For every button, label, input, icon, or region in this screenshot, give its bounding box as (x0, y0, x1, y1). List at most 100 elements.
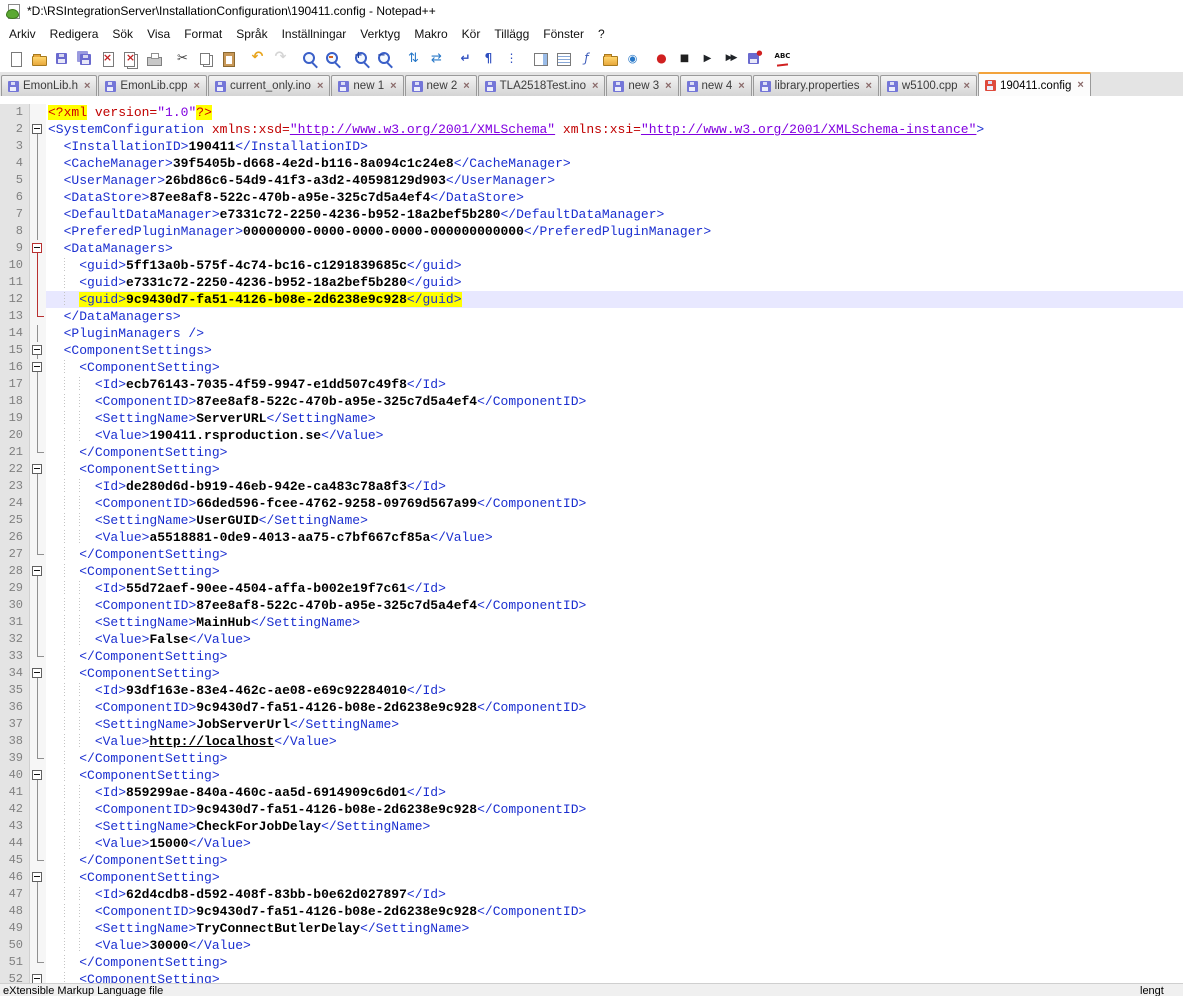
code-text[interactable]: <ComponentID>9c9430d7-fa51-4126-b08e-2d6… (46, 903, 1183, 920)
code-text[interactable]: <SettingName>UserGUID</SettingName> (46, 512, 1183, 529)
sync-horizontal-scrolling-button[interactable]: ⇄ (425, 47, 448, 70)
code-text[interactable]: <ComponentSetting> (46, 869, 1183, 886)
zoom-in-button[interactable]: + (350, 47, 373, 70)
tab-close-icon[interactable]: × (592, 81, 598, 92)
code-text[interactable]: <Value>http://localhost</Value> (46, 733, 1183, 750)
tab-current-only-ino[interactable]: current_only.ino× (208, 75, 330, 96)
code-text[interactable]: <ComponentID>9c9430d7-fa51-4126-b08e-2d6… (46, 801, 1183, 818)
code-text[interactable]: </ComponentSetting> (46, 546, 1183, 563)
function-list-button[interactable]: ƒ (575, 47, 598, 70)
paste-button[interactable] (217, 47, 240, 70)
monitoring-button[interactable]: ◉ (621, 47, 644, 70)
zoom-out-button[interactable]: − (373, 47, 396, 70)
menu-item-redigera[interactable]: Redigera (43, 24, 106, 44)
save-recorded-macro-button[interactable]: ● (742, 47, 765, 70)
code-text[interactable]: <ComponentSetting> (46, 359, 1183, 376)
menu-item-help[interactable]: ? (591, 24, 612, 44)
code-text[interactable]: <SettingName>JobServerUrl</SettingName> (46, 716, 1183, 733)
close-all-button[interactable]: × (119, 47, 142, 70)
code-text[interactable]: <Id>de280d6d-b919-46eb-942e-ca483c78a8f3… (46, 478, 1183, 495)
close-file-button[interactable]: × (96, 47, 119, 70)
code-text[interactable]: <SettingName>MainHub</SettingName> (46, 614, 1183, 631)
menu-item-format[interactable]: Format (177, 24, 229, 44)
fold-collapse-icon[interactable] (32, 566, 42, 576)
copy-button[interactable] (194, 47, 217, 70)
code-text[interactable]: <Id>55d72aef-90ee-4504-affa-b002e19f7c61… (46, 580, 1183, 597)
code-text[interactable]: <ComponentID>87ee8af8-522c-470b-a95e-325… (46, 393, 1183, 410)
tab-close-icon[interactable]: × (964, 81, 970, 92)
fold-collapse-icon[interactable] (32, 464, 42, 474)
redo-button[interactable]: ↷ (269, 47, 292, 70)
undo-button[interactable]: ↶ (246, 47, 269, 70)
tab-close-icon[interactable]: × (317, 81, 323, 92)
code-text[interactable]: <?xml version="1.0"?> (46, 104, 1183, 121)
save-all-button[interactable] (73, 47, 96, 70)
fold-collapse-icon[interactable] (32, 243, 42, 253)
editor[interactable]: 1<?xml version="1.0"?>2<SystemConfigurat… (0, 96, 1183, 985)
stop-recording-button[interactable]: ■ (673, 47, 696, 70)
tab-emonlib-cpp[interactable]: EmonLib.cpp× (98, 75, 207, 96)
cut-button[interactable]: ✂ (171, 47, 194, 70)
code-text[interactable]: <ComponentID>9c9430d7-fa51-4126-b08e-2d6… (46, 699, 1183, 716)
code-text[interactable]: <SystemConfiguration xmlns:xsd="http://w… (46, 121, 1183, 138)
code-text[interactable]: </ComponentSetting> (46, 750, 1183, 767)
code-text[interactable]: <Value>30000</Value> (46, 937, 1183, 954)
tab-close-icon[interactable]: × (738, 81, 744, 92)
tab-close-icon[interactable]: × (194, 81, 200, 92)
tab-new-4[interactable]: new 4× (680, 75, 752, 96)
tab-190411-config[interactable]: 190411.config× (978, 72, 1091, 97)
code-text[interactable]: <Value>190411.rsproduction.se</Value> (46, 427, 1183, 444)
code-text[interactable]: <SettingName>CheckForJobDelay</SettingNa… (46, 818, 1183, 835)
folder-as-workspace-button[interactable] (598, 47, 621, 70)
code-text[interactable]: <PreferedPluginManager>00000000-0000-000… (46, 223, 1183, 240)
code-text[interactable]: <ComponentID>66ded596-fcee-4762-9258-097… (46, 495, 1183, 512)
code-text[interactable]: <SettingName>ServerURL</SettingName> (46, 410, 1183, 427)
code-text[interactable]: <Id>62d4cdb8-d592-408f-83bb-b0e62d027897… (46, 886, 1183, 903)
code-text[interactable]: <DataManagers> (46, 240, 1183, 257)
menu-item-tillagg[interactable]: Tillägg (487, 24, 536, 44)
code-text[interactable]: <ComponentID>87ee8af8-522c-470b-a95e-325… (46, 597, 1183, 614)
open-file-button[interactable] (27, 47, 50, 70)
code-text[interactable]: </DataManagers> (46, 308, 1183, 325)
fold-collapse-icon[interactable] (32, 872, 42, 882)
code-text[interactable]: <ComponentSetting> (46, 461, 1183, 478)
code-text[interactable]: <guid>e7331c72-2250-4236-b952-18a2bef5b2… (46, 274, 1183, 291)
menu-item-makro[interactable]: Makro (407, 24, 454, 44)
tab-new-2[interactable]: new 2× (405, 75, 477, 96)
code-text[interactable]: <ComponentSetting> (46, 767, 1183, 784)
word-wrap-button[interactable]: ↵ (454, 47, 477, 70)
document-list-button[interactable] (552, 47, 575, 70)
code-text[interactable]: <Id>ecb76143-7035-4f59-9947-e1dd507c49f8… (46, 376, 1183, 393)
fold-collapse-icon[interactable] (32, 362, 42, 372)
menu-item-sok[interactable]: Sök (105, 24, 140, 44)
show-indent-guide-button[interactable]: ⋮ (500, 47, 523, 70)
record-macro-button[interactable]: ● (650, 47, 673, 70)
code-text[interactable]: <DataStore>87ee8af8-522c-470b-a95e-325c7… (46, 189, 1183, 206)
menu-item-fonster[interactable]: Fönster (536, 24, 591, 44)
code-text[interactable]: <Value>15000</Value> (46, 835, 1183, 852)
sync-vertical-scrolling-button[interactable]: ⇅ (402, 47, 425, 70)
tab-emonlib-h[interactable]: EmonLib.h× (1, 75, 97, 96)
save-file-button[interactable] (50, 47, 73, 70)
code-text[interactable]: <SettingName>TryConnectButlerDelay</Sett… (46, 920, 1183, 937)
code-text[interactable]: <Id>93df163e-83e4-462c-ae08-e69c92284010… (46, 682, 1183, 699)
run-macro-multiple-times-button[interactable]: ▶▶ (719, 47, 742, 70)
find-button[interactable] (298, 47, 321, 70)
code-text[interactable]: <CacheManager>39f5405b-d668-4e2d-b116-8a… (46, 155, 1183, 172)
tab-new-3[interactable]: new 3× (606, 75, 678, 96)
menu-item-visa[interactable]: Visa (140, 24, 177, 44)
document-map-button[interactable] (529, 47, 552, 70)
code-text[interactable]: <Value>a5518881-0de9-4013-aa75-c7bf667cf… (46, 529, 1183, 546)
tab-close-icon[interactable]: × (390, 81, 396, 92)
tab-library-properties[interactable]: library.properties× (753, 75, 879, 96)
menu-item-arkiv[interactable]: Arkiv (2, 24, 43, 44)
fold-collapse-icon[interactable] (32, 770, 42, 780)
code-text[interactable]: </ComponentSetting> (46, 444, 1183, 461)
menu-item-verktyg[interactable]: Verktyg (353, 24, 407, 44)
new-file-button[interactable] (4, 47, 27, 70)
menu-item-sprak[interactable]: Språk (229, 24, 274, 44)
playback-macro-button[interactable]: ▶ (696, 47, 719, 70)
code-text[interactable]: </ComponentSetting> (46, 954, 1183, 971)
code-text[interactable]: <ComponentSetting> (46, 563, 1183, 580)
code-text[interactable]: <DefaultDataManager>e7331c72-2250-4236-b… (46, 206, 1183, 223)
